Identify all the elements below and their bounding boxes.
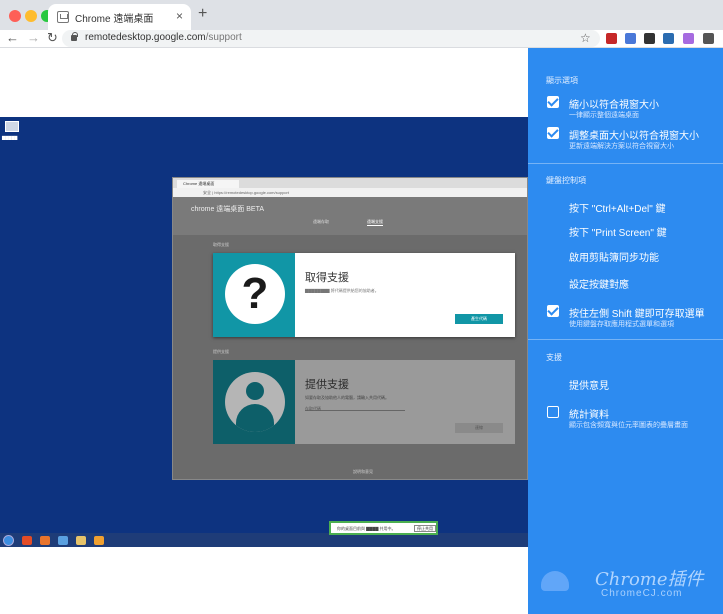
watermark-sub: ChromeCJ.com	[601, 588, 683, 599]
shift-menu-checkbox[interactable]	[547, 305, 559, 317]
remote-logo: chrome 遠端桌面 BETA	[191, 206, 264, 213]
panel-divider	[528, 339, 723, 340]
bookmark-star-icon[interactable]: ☆	[580, 31, 591, 45]
desktop-shortcut-icon[interactable]	[5, 121, 19, 132]
tab-chrome-remote-desktop[interactable]: Chrome 遠端桌面 ×	[48, 4, 191, 30]
person-extension-icon[interactable]	[663, 33, 674, 44]
remote-page: chrome 遠端桌面 BETA 遠端存取 遠端支援 取得支援 ? 取得支援 ▇…	[173, 197, 527, 479]
address-bar[interactable]: remotedesktop.google.com/support	[62, 30, 600, 47]
panel-divider	[528, 163, 723, 164]
url-path: /support	[205, 32, 242, 43]
remote-nav-support[interactable]: 遠端支援	[367, 219, 383, 226]
firefox-taskbar-icon[interactable]	[40, 536, 50, 545]
layers-extension-icon[interactable]	[644, 33, 655, 44]
remote-browser-window: Chrome 遠端桌面 安全 | https://remotedesktop.g…	[172, 177, 528, 480]
desktop-shortcut-label: ▇▇▇▇▇	[2, 135, 18, 140]
remote-tab[interactable]: Chrome 遠端桌面	[177, 180, 239, 188]
give-support-card: 提供支援 如要存取及協助他人的電腦，請輸入共用代碼。 存取代碼 連線	[213, 360, 515, 444]
remote-address-bar[interactable]: 安全 | https://remotedesktop.google.com/su…	[173, 188, 527, 197]
browser-window: Chrome 遠端桌面 × + ← → ↻ remotedesktop.goog…	[0, 0, 723, 614]
pen-extension-icon[interactable]	[703, 33, 714, 44]
shift-menu-label[interactable]: 按住左側 Shift 鍵即可存取選單	[569, 305, 705, 320]
get-support-desc: ▇▇▇▇▇▇▇▇ 將代碼提供給您的協助者。	[305, 288, 379, 293]
give-support-illustration	[213, 360, 295, 444]
ctrl-alt-del-item[interactable]: 按下 "Ctrl+Alt+Del" 鍵	[569, 200, 666, 215]
new-tab-button[interactable]: +	[198, 5, 207, 23]
statistics-sub: 顯示包含頻寬與位元率圖表的疊層畫面	[569, 422, 688, 429]
sharing-text: 你的桌面目前與 ▇▇▇▇ 共用中。	[337, 526, 396, 531]
folder-taskbar-icon[interactable]	[76, 536, 86, 545]
display-options-heading: 顯示選項	[546, 76, 578, 85]
question-mark-icon: ?	[225, 264, 285, 324]
back-button[interactable]: ←	[6, 30, 19, 46]
tab-title: Chrome 遠端桌面	[75, 14, 154, 25]
feedback-item[interactable]: 提供意見	[569, 377, 609, 392]
access-code-input[interactable]: 存取代碼	[305, 406, 405, 411]
get-support-title: 取得支援	[305, 272, 349, 284]
snail-logo-icon	[541, 571, 569, 591]
stop-sharing-button[interactable]: 停止共用	[414, 525, 436, 532]
purple-extension-icon[interactable]	[683, 33, 694, 44]
url-host: remotedesktop.google.com	[85, 32, 206, 43]
watermark-logo: Chrome插件 ChromeCJ.com	[531, 559, 717, 604]
connect-button[interactable]: 連線	[455, 423, 503, 433]
forward-button[interactable]: →	[27, 30, 40, 46]
clipboard-sync-item[interactable]: 啟用剪貼簿同步功能	[569, 249, 659, 264]
remote-page-header: chrome 遠端桌面 BETA 遠端存取 遠端支援	[173, 197, 527, 235]
options-panel: 顯示選項 縮小以符合視窗大小 一律顯示整個遠端桌面 調整桌面大小以符合視窗大小 …	[528, 48, 723, 614]
section-get-label: 取得支援	[213, 242, 229, 247]
ie-taskbar-icon[interactable]	[58, 536, 68, 545]
ublock-extension-icon[interactable]	[606, 33, 617, 44]
close-window-button[interactable]	[9, 10, 21, 22]
tab-close-icon[interactable]: ×	[176, 9, 183, 23]
shrink-to-fit-checkbox[interactable]	[547, 96, 559, 108]
shrink-to-fit-label[interactable]: 縮小以符合視窗大小	[569, 96, 659, 111]
statistics-checkbox[interactable]	[547, 406, 559, 418]
remote-tab-strip: Chrome 遠端桌面	[173, 178, 527, 188]
give-support-desc: 如要存取及協助他人的電腦，請輸入共用代碼。	[305, 395, 389, 400]
support-heading: 支援	[546, 353, 562, 362]
print-screen-item[interactable]: 按下 "Print Screen" 鍵	[569, 224, 667, 239]
sharing-notification-bar: 你的桌面目前與 ▇▇▇▇ 共用中。 停止共用	[329, 521, 438, 535]
resize-to-fit-sub: 更新遠端解決方案以符合視窗大小	[569, 143, 674, 150]
resize-to-fit-label[interactable]: 調整桌面大小以符合視窗大小	[569, 127, 699, 142]
shrink-to-fit-sub: 一律顯示整個遠端桌面	[569, 112, 639, 119]
generate-code-button[interactable]: 產生代碼	[455, 314, 503, 324]
statistics-label[interactable]: 統計資料	[569, 406, 609, 421]
section-give-label: 提供支援	[213, 349, 229, 354]
start-button-icon[interactable]	[3, 535, 14, 546]
remote-footer-link[interactable]: 說明和意見	[353, 469, 373, 475]
get-support-illustration: ?	[213, 253, 295, 337]
reload-button[interactable]: ↻	[47, 30, 58, 46]
keyboard-controls-heading: 鍵盤控制項	[546, 176, 586, 185]
chrome-taskbar-icon[interactable]	[22, 536, 32, 545]
url-text: remotedesktop.google.com/support	[85, 32, 242, 43]
remote-desktop-favicon-icon	[57, 11, 69, 23]
minimize-window-button[interactable]	[25, 10, 37, 22]
tab-strip: Chrome 遠端桌面 × +	[0, 0, 723, 30]
key-mapping-item[interactable]: 設定按鍵對應	[569, 276, 629, 291]
shift-menu-sub: 使用鍵盤存取應用程式選單和選項	[569, 321, 674, 328]
translate-extension-icon[interactable]	[625, 33, 636, 44]
lock-icon	[71, 32, 78, 41]
get-support-card: ? 取得支援 ▇▇▇▇▇▇▇▇ 將代碼提供給您的協助者。 產生代碼	[213, 253, 515, 337]
remote-url: 安全 | https://remotedesktop.google.com/su…	[203, 190, 289, 195]
remote-nav-access[interactable]: 遠端存取	[313, 219, 329, 225]
media-taskbar-icon[interactable]	[94, 536, 104, 545]
give-support-title: 提供支援	[305, 379, 349, 391]
person-icon	[225, 372, 285, 432]
resize-to-fit-checkbox[interactable]	[547, 127, 559, 139]
